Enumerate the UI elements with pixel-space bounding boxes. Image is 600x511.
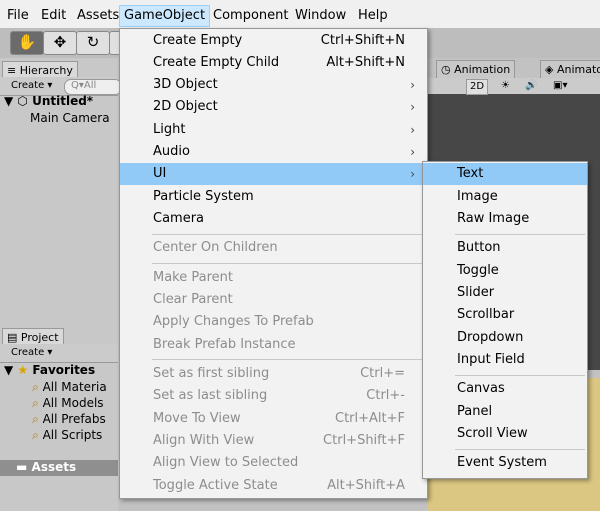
submenu-item-slider[interactable]: Slider (423, 282, 587, 304)
submenu-separator (455, 449, 585, 450)
menu-item-break-prefab-instance[interactable]: Break Prefab Instance (120, 334, 427, 356)
menu-window[interactable]: Window (293, 6, 348, 26)
submenu-item-scrollbar[interactable]: Scrollbar (423, 304, 587, 326)
menu-item-make-parent[interactable]: Make Parent (120, 267, 427, 289)
menu-item-particle-system[interactable]: Particle System (120, 186, 427, 208)
scene-tab-bar: ◷ Animation ◈ Animato (428, 58, 600, 80)
favorites-item[interactable]: ⌕ All Scripts (32, 428, 102, 443)
submenu-item-input-field[interactable]: Input Field (423, 349, 587, 371)
scene-toolbar: 2D ☀ 🔊 ▣▾ (428, 78, 600, 95)
expand-arrow-icon[interactable]: ▼ (4, 94, 13, 108)
menu-item-apply-changes-to-prefab[interactable]: Apply Changes To Prefab (120, 311, 427, 333)
menu-item-3d-object[interactable]: 3D Object › (120, 74, 427, 96)
submenu-arrow-icon: › (410, 123, 415, 137)
submenu-arrow-icon: › (410, 78, 415, 92)
effects-icon[interactable]: ▣▾ (550, 79, 570, 93)
submenu-item-panel[interactable]: Panel (423, 401, 587, 423)
lighting-icon[interactable]: ☀ (498, 79, 513, 93)
folder-icon: ▬ (16, 460, 28, 474)
move-tool-icon[interactable]: ✥ (43, 31, 77, 55)
submenu-item-scroll-view[interactable]: Scroll View (423, 423, 587, 445)
menu-assets[interactable]: Assets (75, 6, 121, 26)
project-create-button[interactable]: Create ▾ (8, 346, 55, 360)
submenu-arrow-icon: › (410, 167, 415, 181)
menu-item-center-on-children[interactable]: Center On Children (120, 237, 427, 259)
menu-file[interactable]: File (5, 6, 31, 26)
animation-icon: ◷ (441, 63, 455, 76)
menu-item-create-empty-child[interactable]: Create Empty Child Alt+Shift+N (120, 52, 427, 74)
submenu-item-button[interactable]: Button (423, 237, 587, 259)
submenu-item-event-system[interactable]: Event System (423, 452, 587, 474)
submenu-arrow-icon: › (410, 145, 415, 159)
submenu-item-raw-image[interactable]: Raw Image (423, 208, 587, 230)
search-icon: ⌕ (32, 380, 39, 394)
menu-edit[interactable]: Edit (39, 6, 68, 26)
star-icon: ★ (17, 363, 29, 377)
search-icon: ⌕ (32, 428, 39, 442)
menu-item-camera[interactable]: Camera (120, 208, 427, 230)
hierarchy-create-button[interactable]: Create ▾ (8, 79, 55, 93)
tab-animation[interactable]: ◷ Animation (436, 60, 516, 80)
menu-help[interactable]: Help (356, 6, 390, 26)
menu-separator (152, 359, 425, 360)
scene-row[interactable]: ▼ ⬡ Untitled* (4, 94, 93, 108)
hierarchy-search-input[interactable]: Q▾All (64, 79, 122, 95)
assets-folder[interactable]: ▬ Assets (16, 460, 76, 474)
favorites-row[interactable]: ▼ ★ Favorites (4, 363, 95, 377)
submenu-item-canvas[interactable]: Canvas (423, 378, 587, 400)
menu-item-toggle-active-state[interactable]: Toggle Active State Alt+Shift+A (120, 475, 427, 497)
menu-item-clear-parent[interactable]: Clear Parent (120, 289, 427, 311)
gameobject-menu: Create Empty Ctrl+Shift+N Create Empty C… (119, 28, 428, 499)
scene-name: Untitled* (32, 94, 94, 108)
menu-item-set-last-sibling[interactable]: Set as last sibling Ctrl+- (120, 385, 427, 407)
submenu-separator (455, 234, 585, 235)
menu-bar: File Edit Assets GameObject Component Wi… (0, 0, 600, 28)
search-icon: ⌕ (32, 412, 39, 426)
submenu-item-dropdown[interactable]: Dropdown (423, 327, 587, 349)
2d-mode-button[interactable]: 2D (466, 79, 489, 95)
submenu-arrow-icon: › (410, 100, 415, 114)
menu-item-set-first-sibling[interactable]: Set as first sibling Ctrl+= (120, 363, 427, 385)
submenu-item-toggle[interactable]: Toggle (423, 260, 587, 282)
search-icon: ⌕ (32, 396, 39, 410)
unity-scene-icon: ⬡ (17, 94, 28, 108)
submenu-separator (455, 375, 585, 376)
menu-item-create-empty[interactable]: Create Empty Ctrl+Shift+N (120, 30, 427, 52)
hierarchy-tab-icon: ≡ (7, 64, 20, 77)
project-tab-icon: ▤ (7, 331, 21, 344)
menu-separator (152, 234, 425, 235)
menu-separator (152, 263, 425, 264)
menu-item-ui[interactable]: UI › (120, 163, 427, 185)
menu-item-align-view-to-selected[interactable]: Align View to Selected (120, 452, 427, 474)
menu-item-2d-object[interactable]: 2D Object › (120, 96, 427, 118)
favorites-item[interactable]: ⌕ All Models (32, 396, 104, 411)
project-toolbar: Create ▾ (0, 344, 118, 363)
menu-item-align-with-view[interactable]: Align With View Ctrl+Shift+F (120, 430, 427, 452)
menu-item-move-to-view[interactable]: Move To View Ctrl+Alt+F (120, 408, 427, 430)
submenu-item-image[interactable]: Image (423, 186, 587, 208)
hand-tool-icon[interactable]: ✋ (10, 31, 44, 55)
audio-icon[interactable]: 🔊 (522, 79, 540, 93)
favorites-item[interactable]: ⌕ All Materia (32, 380, 107, 395)
animator-icon: ◈ (545, 63, 557, 76)
favorites-item[interactable]: ⌕ All Prefabs (32, 412, 106, 427)
submenu-item-text[interactable]: Text (423, 163, 587, 185)
hierarchy-item-main-camera[interactable]: Main Camera (30, 111, 110, 125)
rotate-tool-icon[interactable]: ↻ (76, 31, 110, 55)
menu-gameobject[interactable]: GameObject (119, 5, 211, 27)
tab-animator[interactable]: ◈ Animato (540, 60, 600, 80)
menu-item-audio[interactable]: Audio › (120, 141, 427, 163)
expand-arrow-icon[interactable]: ▼ (4, 363, 13, 377)
ui-submenu: Text Image Raw Image Button Toggle Slide… (422, 161, 588, 479)
menu-item-light[interactable]: Light › (120, 119, 427, 141)
menu-component[interactable]: Component (211, 6, 290, 26)
